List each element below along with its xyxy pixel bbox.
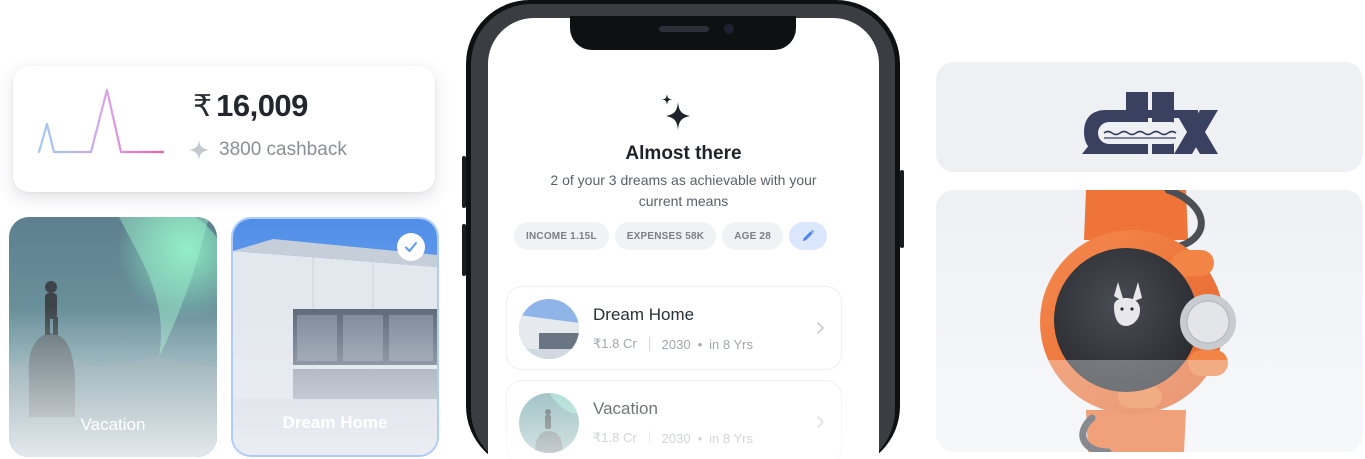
cashback-text: 3800 cashback	[219, 139, 347, 160]
sparkles-icon	[662, 94, 690, 130]
currency-symbol: ₹	[193, 89, 213, 124]
dot-separator: •	[697, 430, 703, 446]
chevron-right-icon	[817, 416, 824, 428]
amount-value: 16,009	[216, 88, 308, 123]
phone-notch	[570, 16, 796, 50]
dream-year: 2030	[661, 336, 691, 352]
dream-row-dream-home[interactable]: Dream Home ₹1.8 Cr 2030 • in 8 Yrs	[506, 286, 842, 370]
dot-separator: •	[697, 336, 703, 352]
selected-check-badge[interactable]	[397, 233, 425, 261]
dream-name: Vacation	[593, 399, 658, 418]
chip-income[interactable]: INCOME 1.15L	[514, 222, 609, 250]
dream-amount: ₹1.8 Cr	[593, 430, 637, 445]
brand-logo	[1082, 92, 1218, 154]
pencil-icon	[802, 229, 815, 241]
dream-eta: in 8 Yrs	[709, 430, 753, 446]
brand-card	[936, 62, 1363, 172]
phone-side-button	[462, 224, 466, 276]
phone-screen: Almost there 2 of your 3 dreams as achie…	[488, 18, 879, 459]
tile-label: Dream Home	[282, 413, 388, 432]
dream-tile-vacation[interactable]: Vacation	[9, 217, 217, 457]
cashback-card: ₹ 16,009 3800 cashback	[13, 66, 435, 192]
dream-tile-dream-home[interactable]: Dream Home	[231, 217, 439, 457]
watch-card	[936, 190, 1363, 452]
dream-home-thumbnail	[519, 299, 579, 359]
dream-amount: ₹1.8 Cr	[593, 336, 637, 351]
tile-label: Vacation	[80, 415, 146, 434]
smartwatch-image	[936, 190, 1363, 452]
divider	[648, 431, 650, 445]
chip-expenses[interactable]: EXPENSES 58K	[614, 222, 717, 250]
dream-eta: in 8 Yrs	[709, 336, 753, 352]
chip-age[interactable]: AGE 28	[722, 222, 783, 250]
sparkle-icon	[189, 140, 209, 160]
divider	[648, 337, 650, 351]
pulse-graph-icon	[37, 88, 165, 154]
dream-meta: ₹1.8 Cr 2030 • in 8 Yrs	[593, 430, 753, 446]
dream-row-vacation[interactable]: Vacation ₹1.8 Cr 2030 • in 8 Yrs	[506, 380, 842, 459]
phone-side-button	[900, 170, 904, 248]
screen-title: Almost there	[625, 143, 742, 164]
dream-meta: ₹1.8 Cr 2030 • in 8 Yrs	[593, 336, 753, 352]
phone-camera	[724, 24, 734, 34]
dream-name: Dream Home	[593, 305, 695, 324]
edit-button[interactable]	[788, 222, 827, 250]
screen-subtitle: 2 of your 3 dreams as achievable with yo…	[550, 172, 817, 209]
cashback-row: 3800 cashback	[187, 138, 347, 162]
chevron-right-icon	[817, 322, 824, 334]
dream-year: 2030	[661, 430, 691, 446]
phone-side-button	[462, 156, 466, 208]
check-icon	[405, 242, 417, 252]
vacation-thumbnail	[519, 393, 579, 453]
profile-chips: INCOME 1.15L EXPENSES 58K AGE 28	[514, 222, 827, 250]
phone-speaker	[659, 26, 709, 32]
amount-row: ₹ 16,009	[193, 88, 308, 124]
